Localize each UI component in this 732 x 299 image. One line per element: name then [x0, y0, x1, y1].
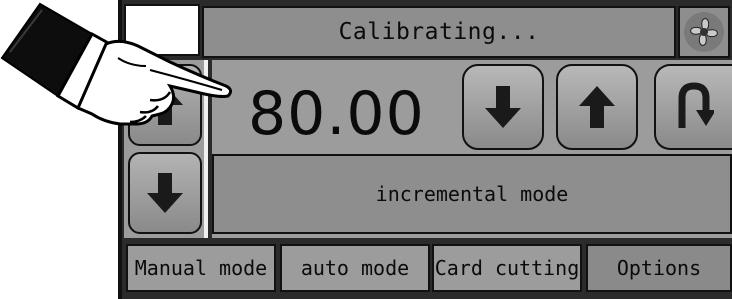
- tab-label: Manual mode: [134, 256, 268, 280]
- tab-card-cutting[interactable]: Card cutting: [432, 244, 582, 292]
- fan-button[interactable]: [678, 6, 730, 58]
- tab-options[interactable]: Options: [586, 244, 732, 292]
- status-bar: Calibrating...: [202, 6, 676, 58]
- side-down-button[interactable]: [128, 152, 202, 234]
- fan-icon: [684, 12, 724, 52]
- pointing-hand-icon: [0, 2, 233, 126]
- u-turn-icon: [678, 82, 714, 128]
- arrow-up-icon: [579, 86, 615, 128]
- tab-auto-mode[interactable]: auto mode: [280, 244, 430, 292]
- tab-label: auto mode: [300, 256, 410, 280]
- status-text: Calibrating...: [338, 19, 540, 45]
- mode-label: incremental mode: [375, 182, 569, 206]
- tab-label: Options: [616, 256, 702, 280]
- decrease-button[interactable]: [462, 64, 544, 150]
- arrow-down-icon: [147, 173, 183, 213]
- mode-bar[interactable]: incremental mode: [212, 154, 732, 234]
- return-button[interactable]: [654, 64, 732, 150]
- increase-button[interactable]: [556, 64, 638, 150]
- tab-manual-mode[interactable]: Manual mode: [126, 244, 276, 292]
- value-display: 80.00: [248, 79, 425, 149]
- tab-label: Card cutting: [434, 256, 580, 280]
- arrow-down-icon: [485, 86, 521, 128]
